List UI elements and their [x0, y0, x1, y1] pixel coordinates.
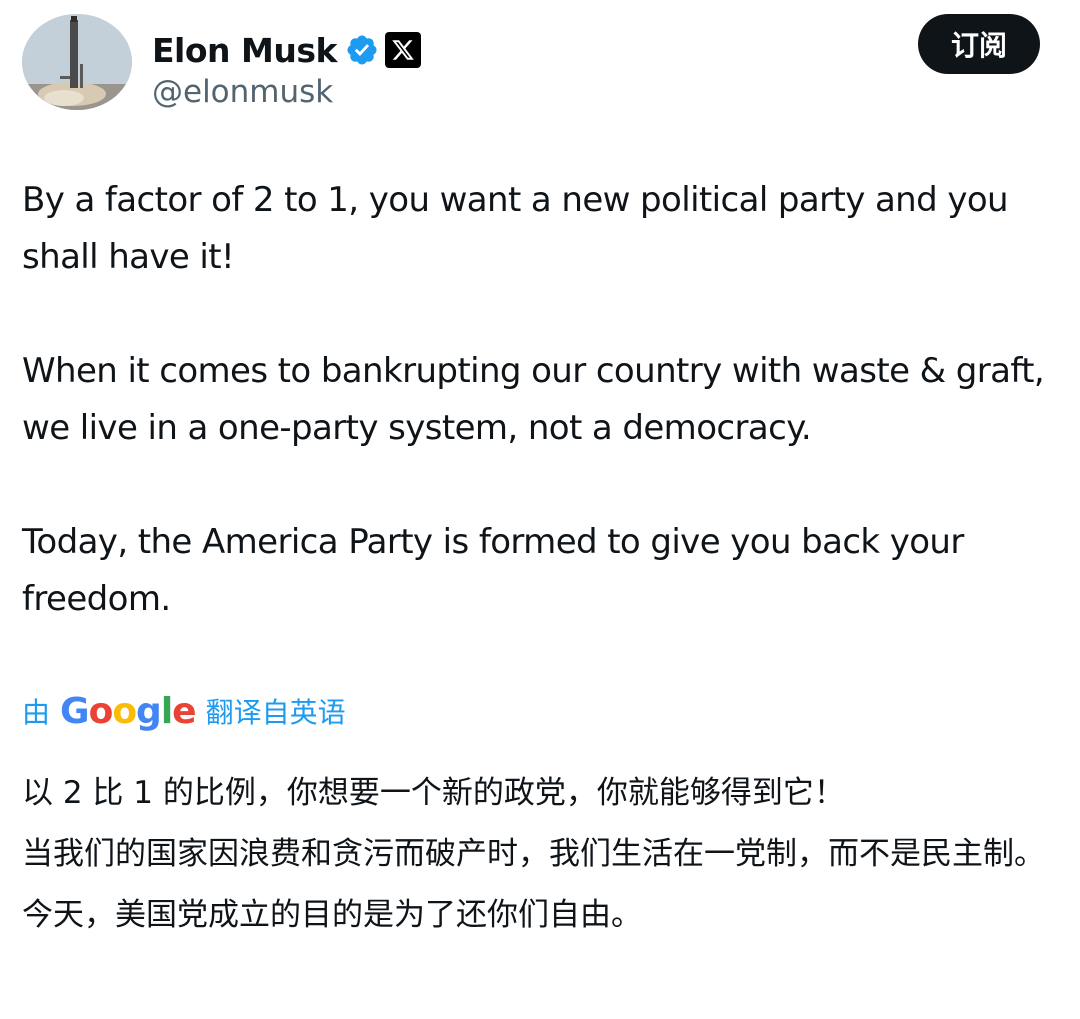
tweet-paragraph: By a factor of 2 to 1, you want a new po… — [22, 180, 1009, 277]
tweet-body: By a factor of 2 to 1, you want a new po… — [22, 172, 1067, 685]
translated-body: 以 2 比 1 的比例，你想要一个新的政党，你就能够得到它！ 当我们的国家因浪费… — [22, 766, 1062, 949]
user-handle[interactable]: @elonmusk — [152, 74, 333, 110]
translated-paragraph: 以 2 比 1 的比例，你想要一个新的政党，你就能够得到它！ — [22, 775, 845, 811]
subscribe-button[interactable]: 订阅 — [918, 14, 1040, 74]
translation-prefix: 由 — [22, 696, 51, 729]
translated-paragraph: 今天，美国党成立的目的是为了还你们自由。 — [22, 897, 642, 933]
tweet-header: Elon Musk @elonmusk 订阅 — [22, 14, 1040, 114]
rocket-avatar-icon — [22, 14, 132, 110]
tweet-paragraph: When it comes to bankrupting our country… — [22, 351, 1045, 448]
translated-paragraph: 当我们的国家因浪费和贪污而破产时，我们生活在一党制，而不是民主制。 — [22, 836, 1045, 872]
google-logo-icon: Google — [60, 690, 197, 732]
name-row: Elon Musk — [152, 28, 421, 72]
translation-attribution-link[interactable]: 由 Google 翻译自英语 — [22, 688, 346, 734]
tweet-paragraph: Today, the America Party is formed to gi… — [22, 522, 964, 619]
translation-suffix: 翻译自英语 — [205, 696, 346, 729]
display-name[interactable]: Elon Musk — [152, 31, 337, 70]
avatar[interactable] — [22, 14, 132, 110]
verified-badge-icon — [345, 33, 379, 67]
x-logo-icon — [384, 32, 421, 68]
